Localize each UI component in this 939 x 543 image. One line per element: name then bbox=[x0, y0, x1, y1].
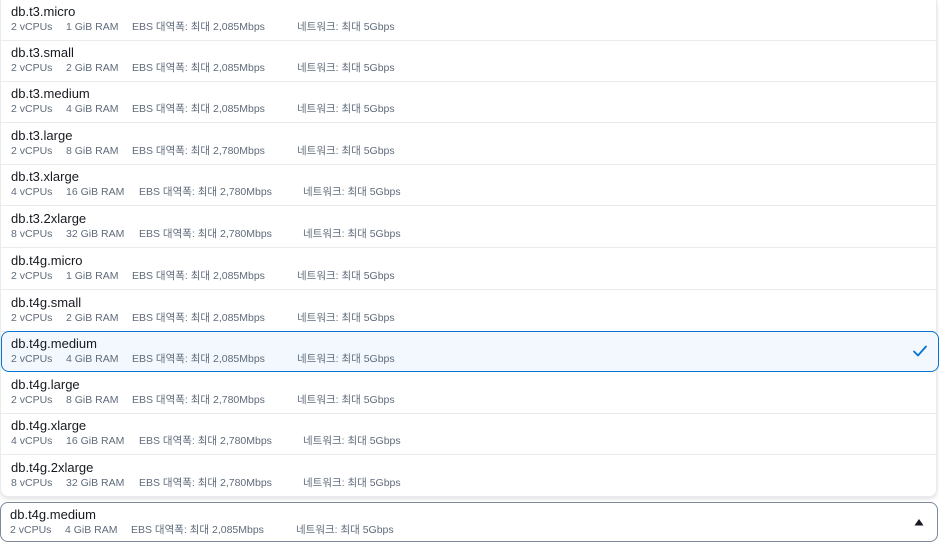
option-name: db.t4g.large bbox=[11, 377, 80, 392]
vcpu-tag: 2 vCPUs bbox=[11, 270, 53, 282]
check-icon bbox=[913, 345, 927, 357]
option-name: db.t4g.small bbox=[11, 295, 82, 310]
ram-tag: 1 GiB RAM bbox=[66, 270, 119, 282]
option-db-t4g-medium[interactable]: db.t4g.medium 2 vCPUs 4 GiB RAM EBS 대역폭:… bbox=[1, 331, 939, 372]
ebs-tag: EBS 대역폭: 최대 2,780Mbps bbox=[139, 228, 272, 240]
option-name: db.t4g.xlarge bbox=[11, 418, 87, 433]
ebs-tag: EBS 대역폭: 최대 2,780Mbps bbox=[139, 477, 272, 489]
ebs-tag: EBS 대역폭: 최대 2,780Mbps bbox=[132, 145, 265, 157]
network-tag: 네트워크: 최대 5Gbps bbox=[296, 524, 394, 536]
vcpu-tag: 8 vCPUs bbox=[11, 228, 53, 240]
vcpu-tag: 2 vCPUs bbox=[11, 62, 53, 74]
vcpu-tag: 2 vCPUs bbox=[10, 524, 52, 536]
ram-tag: 4 GiB RAM bbox=[66, 103, 119, 115]
option-db-t4g-large[interactable]: db.t4g.large 2 vCPUs 8 GiB RAM EBS 대역폭: … bbox=[1, 373, 938, 414]
ebs-tag: EBS 대역폭: 최대 2,780Mbps bbox=[139, 435, 272, 447]
instance-class-select[interactable]: db.t4g.medium 2 vCPUs 4 GiB RAM EBS 대역폭:… bbox=[0, 502, 938, 542]
ebs-tag: EBS 대역폭: 최대 2,085Mbps bbox=[132, 270, 265, 282]
ram-tag: 8 GiB RAM bbox=[66, 145, 119, 157]
ram-tag: 8 GiB RAM bbox=[66, 394, 119, 406]
ram-tag: 16 GiB RAM bbox=[66, 435, 125, 447]
network-tag: 네트워크: 최대 5Gbps bbox=[303, 186, 401, 198]
ebs-tag: EBS 대역폭: 최대 2,780Mbps bbox=[139, 186, 272, 198]
ebs-tag: EBS 대역폭: 최대 2,780Mbps bbox=[132, 394, 265, 406]
vcpu-tag: 2 vCPUs bbox=[11, 103, 53, 115]
instance-class-listbox[interactable]: db.t3.micro 2 vCPUs 1 GiB RAM EBS 대역폭: 최… bbox=[0, 0, 939, 497]
ebs-tag: EBS 대역폭: 최대 2,085Mbps bbox=[132, 62, 265, 74]
option-name: db.t3.2xlarge bbox=[11, 211, 87, 226]
ram-tag: 2 GiB RAM bbox=[66, 312, 119, 324]
option-db-t4g-2xlarge[interactable]: db.t4g.2xlarge 8 vCPUs 32 GiB RAM EBS 대역… bbox=[1, 456, 938, 497]
caret-up-icon bbox=[914, 519, 924, 526]
option-name: db.t3.xlarge bbox=[11, 169, 79, 184]
network-tag: 네트워크: 최대 5Gbps bbox=[297, 312, 395, 324]
ebs-tag: EBS 대역폭: 최대 2,085Mbps bbox=[132, 353, 265, 365]
ebs-tag: EBS 대역폭: 최대 2,085Mbps bbox=[131, 524, 264, 536]
option-db-t3-large[interactable]: db.t3.large 2 vCPUs 8 GiB RAM EBS 대역폭: 최… bbox=[1, 124, 938, 165]
option-name: db.t4g.micro bbox=[11, 253, 83, 268]
vcpu-tag: 4 vCPUs bbox=[11, 435, 53, 447]
ebs-tag: EBS 대역폭: 최대 2,085Mbps bbox=[132, 103, 265, 115]
network-tag: 네트워크: 최대 5Gbps bbox=[297, 103, 395, 115]
ram-tag: 1 GiB RAM bbox=[66, 21, 119, 33]
ram-tag: 4 GiB RAM bbox=[65, 524, 118, 536]
option-name: db.t3.large bbox=[11, 128, 73, 143]
network-tag: 네트워크: 최대 5Gbps bbox=[303, 477, 401, 489]
option-name: db.t3.small bbox=[11, 45, 74, 60]
vcpu-tag: 2 vCPUs bbox=[11, 394, 53, 406]
option-name: db.t3.micro bbox=[11, 4, 76, 19]
ram-tag: 4 GiB RAM bbox=[66, 353, 119, 365]
option-db-t4g-xlarge[interactable]: db.t4g.xlarge 4 vCPUs 16 GiB RAM EBS 대역폭… bbox=[1, 414, 938, 455]
ebs-tag: EBS 대역폭: 최대 2,085Mbps bbox=[132, 21, 265, 33]
network-tag: 네트워크: 최대 5Gbps bbox=[297, 394, 395, 406]
option-db-t3-2xlarge[interactable]: db.t3.2xlarge 8 vCPUs 32 GiB RAM EBS 대역폭… bbox=[1, 207, 938, 248]
vcpu-tag: 2 vCPUs bbox=[11, 21, 53, 33]
ebs-tag: EBS 대역폭: 최대 2,085Mbps bbox=[132, 312, 265, 324]
option-name: db.t4g.medium bbox=[11, 336, 97, 351]
network-tag: 네트워크: 최대 5Gbps bbox=[297, 145, 395, 157]
network-tag: 네트워크: 최대 5Gbps bbox=[297, 62, 395, 74]
vcpu-tag: 2 vCPUs bbox=[11, 145, 53, 157]
option-db-t4g-small[interactable]: db.t4g.small 2 vCPUs 2 GiB RAM EBS 대역폭: … bbox=[1, 291, 938, 332]
option-db-t3-micro[interactable]: db.t3.micro 2 vCPUs 1 GiB RAM EBS 대역폭: 최… bbox=[1, 0, 938, 41]
network-tag: 네트워크: 최대 5Gbps bbox=[303, 228, 401, 240]
network-tag: 네트워크: 최대 5Gbps bbox=[297, 21, 395, 33]
vcpu-tag: 2 vCPUs bbox=[11, 312, 53, 324]
option-name: db.t3.medium bbox=[11, 86, 90, 101]
vcpu-tag: 4 vCPUs bbox=[11, 186, 53, 198]
ram-tag: 32 GiB RAM bbox=[66, 477, 125, 489]
network-tag: 네트워크: 최대 5Gbps bbox=[303, 435, 401, 447]
ram-tag: 32 GiB RAM bbox=[66, 228, 125, 240]
network-tag: 네트워크: 최대 5Gbps bbox=[297, 353, 395, 365]
option-db-t3-small[interactable]: db.t3.small 2 vCPUs 2 GiB RAM EBS 대역폭: 최… bbox=[1, 41, 938, 82]
option-db-t3-medium[interactable]: db.t3.medium 2 vCPUs 4 GiB RAM EBS 대역폭: … bbox=[1, 82, 938, 123]
vcpu-tag: 8 vCPUs bbox=[11, 477, 53, 489]
vcpu-tag: 2 vCPUs bbox=[11, 353, 53, 365]
ram-tag: 2 GiB RAM bbox=[66, 62, 119, 74]
selected-option-name: db.t4g.medium bbox=[10, 507, 96, 522]
ram-tag: 16 GiB RAM bbox=[66, 186, 125, 198]
network-tag: 네트워크: 최대 5Gbps bbox=[297, 270, 395, 282]
option-name: db.t4g.2xlarge bbox=[11, 460, 94, 475]
option-db-t4g-micro[interactable]: db.t4g.micro 2 vCPUs 1 GiB RAM EBS 대역폭: … bbox=[1, 249, 938, 290]
option-db-t3-xlarge[interactable]: db.t3.xlarge 4 vCPUs 16 GiB RAM EBS 대역폭:… bbox=[1, 165, 938, 206]
